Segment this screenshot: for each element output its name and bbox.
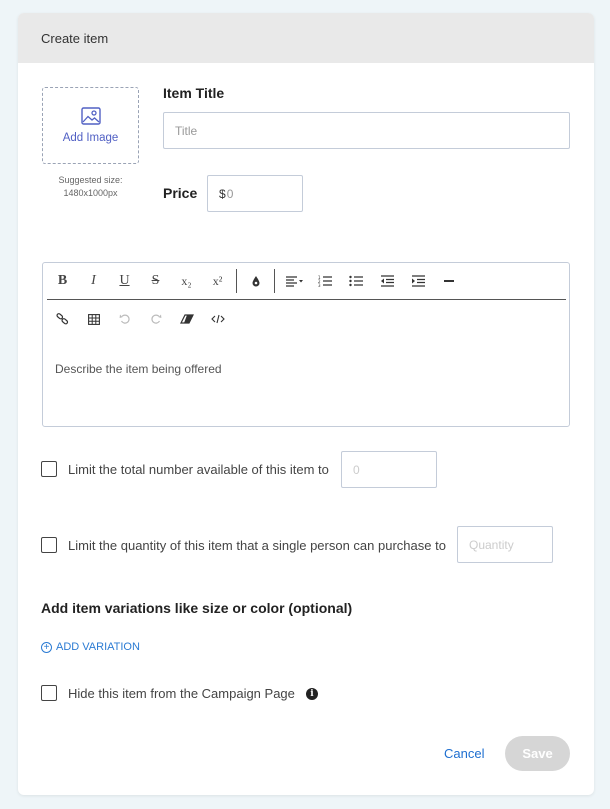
ink-drop-icon — [252, 276, 259, 287]
editor-toolbar-row2 — [43, 301, 569, 337]
horizontal-rule-icon — [443, 280, 454, 282]
toolbar-divider — [274, 269, 275, 293]
ordered-list-button[interactable]: 123 — [309, 267, 340, 295]
bullet-list-icon — [348, 275, 363, 287]
limit-total-label: Limit the total number available of this… — [68, 462, 329, 477]
align-dropdown-button[interactable] — [278, 267, 309, 295]
undo-icon — [119, 314, 130, 324]
description-editor: B I U S x₂ x² 123 Describe the item bein… — [42, 262, 570, 427]
add-variation-label: ADD VARIATION — [56, 641, 140, 653]
horizontal-rule-button[interactable] — [433, 267, 464, 295]
limit-total-checkbox[interactable] — [41, 461, 57, 477]
item-title-input[interactable] — [163, 112, 570, 149]
table-icon — [87, 313, 100, 325]
toolbar-divider — [236, 269, 237, 293]
add-image-button[interactable]: Add Image — [42, 87, 139, 164]
variations-heading: Add item variations like size or color (… — [41, 600, 353, 616]
strikethrough-button[interactable]: S — [140, 267, 171, 295]
hide-item-label: Hide this item from the Campaign Page — [68, 686, 295, 701]
add-image-label: Add Image — [62, 132, 119, 144]
eraser-icon — [179, 314, 194, 324]
undo-button[interactable] — [109, 305, 140, 333]
price-label: Price — [163, 185, 198, 201]
code-icon — [210, 314, 225, 324]
bullet-list-button[interactable] — [340, 267, 371, 295]
modal-header: Create item — [18, 13, 594, 63]
image-size-hint: Suggested size: 1480x1000px — [58, 175, 123, 198]
currency-symbol: $ — [219, 186, 226, 201]
indent-icon — [411, 275, 425, 287]
quantity-input[interactable] — [457, 526, 553, 563]
hide-item-checkbox[interactable] — [41, 685, 57, 701]
editor-placeholder[interactable]: Describe the item being offered — [55, 362, 222, 376]
image-icon — [80, 107, 101, 125]
save-button[interactable]: Save — [505, 736, 570, 771]
superscript-button[interactable]: x² — [202, 267, 233, 295]
limit-total-input[interactable] — [341, 451, 437, 488]
link-icon — [56, 313, 69, 325]
limit-per-person-checkbox[interactable] — [41, 537, 57, 553]
link-button[interactable] — [47, 305, 78, 333]
underline-button[interactable]: U — [109, 267, 140, 295]
redo-icon — [150, 314, 161, 324]
source-code-button[interactable] — [202, 305, 233, 333]
toolbar-separator — [47, 299, 566, 300]
outdent-icon — [380, 275, 394, 287]
create-item-modal: Create item Add Image Suggested size: 14… — [18, 13, 594, 795]
add-variation-button[interactable]: + ADD VARIATION — [41, 641, 140, 653]
info-icon[interactable]: i — [306, 688, 318, 700]
cancel-button[interactable]: Cancel — [444, 746, 484, 761]
bold-button[interactable]: B — [47, 267, 78, 295]
modal-title: Create item — [41, 30, 109, 46]
limit-per-person-label: Limit the quantity of this item that a s… — [68, 538, 446, 553]
indent-button[interactable] — [402, 267, 433, 295]
text-color-button[interactable] — [240, 267, 271, 295]
align-left-icon — [285, 276, 303, 287]
item-title-label: Item Title — [163, 85, 225, 101]
clear-format-button[interactable] — [171, 305, 202, 333]
svg-text:3: 3 — [318, 283, 321, 287]
italic-button[interactable]: I — [78, 267, 109, 295]
price-input[interactable] — [225, 186, 286, 201]
editor-toolbar-row1: B I U S x₂ x² 123 — [43, 263, 569, 299]
subscript-button[interactable]: x₂ — [171, 267, 202, 295]
price-field[interactable]: $ — [207, 175, 303, 212]
plus-circle-icon: + — [41, 641, 52, 653]
table-button[interactable] — [78, 305, 109, 333]
outdent-button[interactable] — [371, 267, 402, 295]
redo-button[interactable] — [140, 305, 171, 333]
ordered-list-icon: 123 — [318, 275, 332, 287]
